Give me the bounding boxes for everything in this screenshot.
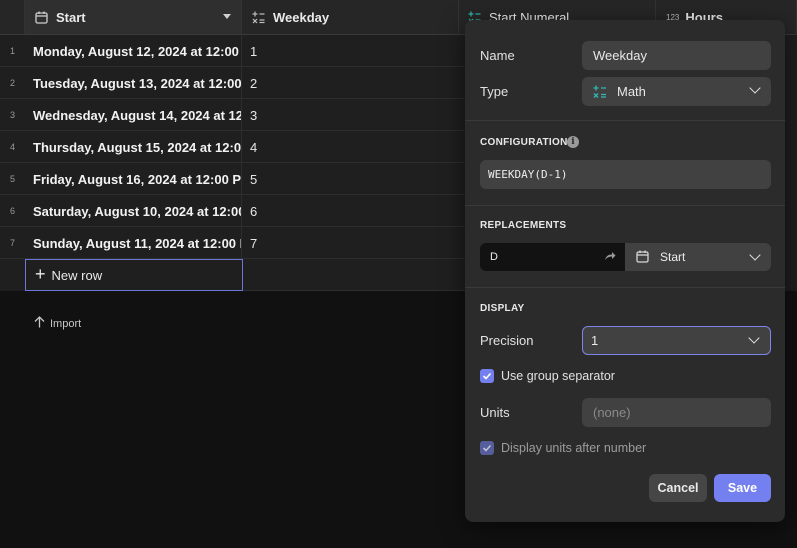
type-value: Math — [617, 84, 646, 99]
weekday-cell[interactable]: 5 — [242, 163, 465, 195]
row-number: 3 — [9, 110, 15, 120]
section-divider — [465, 287, 785, 288]
save-button[interactable]: Save — [714, 474, 771, 502]
column-header-weekday[interactable]: Weekday — [242, 0, 459, 35]
row-number: 5 — [9, 174, 15, 184]
row-number: 7 — [9, 238, 15, 248]
weekday-cell[interactable]: 3 — [242, 99, 465, 131]
display-title: DISPLAY — [480, 303, 525, 314]
weekday-cell[interactable]: 1 — [242, 35, 465, 67]
units-after-label: Display units after number — [501, 441, 647, 455]
start-cell[interactable]: Thursday, August 15, 2024 at 12:00 PM — [25, 131, 242, 163]
weekday-cell[interactable]: 4 — [242, 131, 465, 163]
column-header-start[interactable]: Start — [25, 0, 242, 35]
replacement-variable: D — [480, 243, 625, 271]
forward-arrow-icon — [604, 250, 616, 265]
name-label: Name — [480, 48, 515, 63]
configuration-title: CONFIGURATION — [480, 137, 568, 148]
math-icon — [251, 10, 265, 24]
caret-down-icon[interactable] — [223, 14, 231, 19]
chevron-down-icon — [749, 82, 761, 94]
import-label: Import — [50, 317, 82, 330]
weekday-cell[interactable]: 7 — [242, 227, 465, 259]
precision-label: Precision — [480, 333, 534, 348]
type-select[interactable]: Math — [582, 77, 771, 106]
group-separator-label: Use group separator — [501, 369, 615, 383]
start-cell[interactable]: Wednesday, August 14, 2024 at 12:00 PM — [25, 99, 242, 131]
replacements-title: REPLACEMENTS — [480, 220, 567, 231]
formula-input[interactable]: WEEKDAY(D-1) — [480, 160, 771, 189]
units-label: Units — [480, 405, 510, 420]
info-icon[interactable]: i — [567, 136, 579, 148]
calendar-icon — [34, 10, 48, 24]
section-divider — [465, 120, 785, 121]
cancel-button[interactable]: Cancel — [649, 474, 707, 502]
table-row[interactable]: 7 Sunday, August 11, 2024 at 12:00 PM 7 — [0, 227, 465, 259]
type-label: Type — [480, 84, 509, 99]
new-row-label: New row — [51, 267, 103, 283]
table-row[interactable]: 1 Monday, August 12, 2024 at 12:00 PM 1 — [0, 35, 465, 67]
row-number: 4 — [9, 142, 15, 152]
arrow-up-icon — [34, 316, 45, 331]
table-row[interactable]: 5 Friday, August 16, 2024 at 12:00 PM 5 — [0, 163, 465, 195]
calendar-icon — [636, 250, 650, 264]
column-editor-panel: Name Weekday Type Math CONFIGURATION i W… — [465, 20, 785, 522]
name-input[interactable]: Weekday — [582, 41, 771, 70]
weekday-cell[interactable]: 6 — [242, 195, 465, 227]
units-input[interactable]: (none) — [582, 398, 771, 427]
plus-icon: + — [35, 264, 46, 284]
row-number: 6 — [9, 206, 15, 216]
replacement-column-value: Start — [660, 250, 686, 264]
row-number-header — [0, 0, 25, 35]
table-row[interactable]: 4 Thursday, August 15, 2024 at 12:00 PM … — [0, 131, 465, 163]
replacement-column-select[interactable]: Start — [625, 243, 771, 271]
group-separator-checkbox[interactable] — [480, 369, 494, 383]
units-after-checkbox[interactable] — [480, 441, 494, 455]
column-header-label: Weekday — [273, 9, 330, 25]
replacement-variable-name: D — [490, 251, 498, 263]
chevron-down-icon — [748, 332, 760, 344]
start-cell[interactable]: Tuesday, August 13, 2024 at 12:00 PM — [25, 67, 242, 99]
row-number: 1 — [9, 46, 15, 56]
chevron-down-icon — [749, 249, 761, 261]
new-row-button[interactable]: + New row — [25, 259, 243, 291]
section-divider — [465, 205, 785, 206]
row-number: 2 — [9, 78, 15, 88]
start-cell[interactable]: Monday, August 12, 2024 at 12:00 PM — [25, 35, 242, 67]
math-icon — [593, 85, 607, 99]
weekday-cell[interactable]: 2 — [242, 67, 465, 99]
precision-value: 1 — [591, 333, 599, 348]
column-header-label: Start — [56, 9, 86, 25]
import-button[interactable]: Import — [34, 316, 81, 331]
table-row[interactable]: 3 Wednesday, August 14, 2024 at 12:00 PM… — [0, 99, 465, 131]
precision-select[interactable]: 1 — [582, 326, 771, 355]
table-row[interactable]: 6 Saturday, August 10, 2024 at 12:00 PM … — [0, 195, 465, 227]
table-row[interactable]: 2 Tuesday, August 13, 2024 at 12:00 PM 2 — [0, 67, 465, 99]
start-cell[interactable]: Sunday, August 11, 2024 at 12:00 PM — [25, 227, 242, 259]
start-cell[interactable]: Friday, August 16, 2024 at 12:00 PM — [25, 163, 242, 195]
new-row-empty-cell — [243, 259, 465, 291]
start-cell[interactable]: Saturday, August 10, 2024 at 12:00 PM — [25, 195, 242, 227]
